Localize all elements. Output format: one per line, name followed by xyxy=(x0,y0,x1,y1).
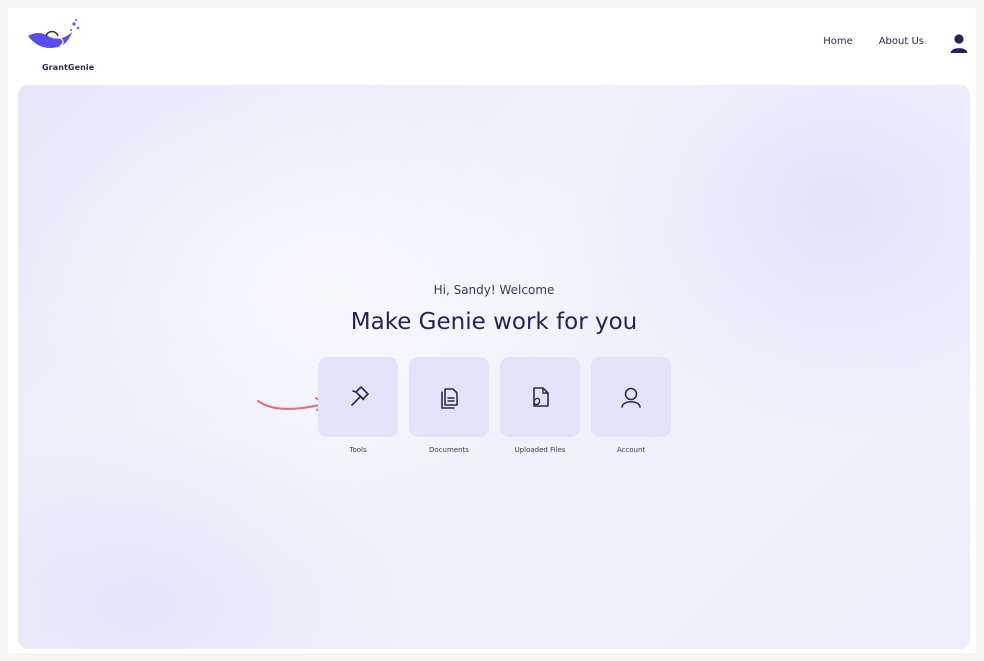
page-headline: Make Genie work for you xyxy=(350,309,638,335)
app-window: GrantGenie Home About Us Hi, Sandy! Welc… xyxy=(8,8,976,653)
welcome-greeting: Hi, Sandy! Welcome xyxy=(433,283,555,297)
hammer-icon xyxy=(351,386,369,406)
feature-tiles: Tools Documents Uploaded Files Account xyxy=(318,357,671,454)
main-panel: Hi, Sandy! Welcome Make Genie work for y… xyxy=(18,85,970,649)
uploaded-file-icon xyxy=(533,387,549,407)
tile-documents: Documents xyxy=(409,357,489,454)
account-icon xyxy=(621,387,641,408)
tile-label-uploaded-files: Uploaded Files xyxy=(514,446,566,454)
tile-label-account: Account xyxy=(616,446,646,454)
user-icon[interactable] xyxy=(948,32,970,54)
documents-button[interactable] xyxy=(409,357,489,437)
uploaded-files-button[interactable] xyxy=(500,357,580,437)
documents-icon xyxy=(441,388,458,409)
brand-name: GrantGenie xyxy=(42,63,95,72)
main-nav: Home About Us xyxy=(823,36,924,47)
nav-about-link[interactable]: About Us xyxy=(879,36,924,47)
tools-button[interactable] xyxy=(318,357,398,437)
genie-lamp-logo-icon xyxy=(28,19,80,48)
brand-logo[interactable]: GrantGenie xyxy=(24,18,94,74)
tile-label-documents: Documents xyxy=(429,446,469,454)
nav-home-link[interactable]: Home xyxy=(823,36,853,47)
top-bar: GrantGenie Home About Us xyxy=(8,8,976,82)
tile-tools: Tools xyxy=(318,357,398,454)
tile-uploaded-files: Uploaded Files xyxy=(500,357,580,454)
tile-label-tools: Tools xyxy=(349,446,367,454)
account-button[interactable] xyxy=(591,357,671,437)
tile-account: Account xyxy=(591,357,671,454)
